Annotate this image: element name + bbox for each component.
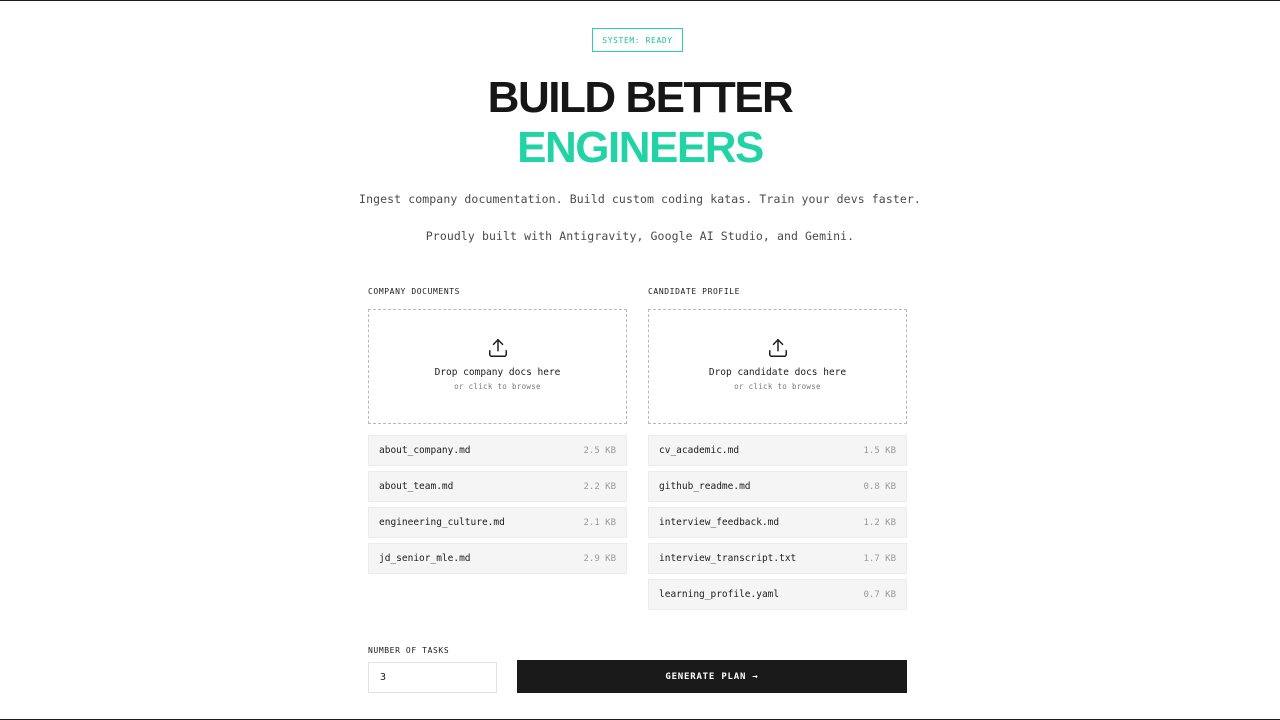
file-size: 1.2 KB xyxy=(863,517,896,528)
hero-credits: Proudly built with Antigravity, Google A… xyxy=(425,229,855,243)
candidate-profile-label: CANDIDATE PROFILE xyxy=(648,287,741,296)
file-name: engineering_culture.md xyxy=(379,517,505,528)
file-row[interactable]: about_company.md 2.5 KB xyxy=(368,435,627,466)
dropzone-title: Drop candidate docs here xyxy=(708,367,847,378)
file-name: jd_senior_mle.md xyxy=(379,553,471,564)
file-name: github_readme.md xyxy=(659,481,751,492)
file-row[interactable]: cv_academic.md 1.5 KB xyxy=(648,435,907,466)
hero-title-line-1: BUILD BETTER xyxy=(487,73,794,122)
file-size: 2.9 KB xyxy=(583,553,616,564)
file-name: about_company.md xyxy=(379,445,471,456)
company-file-list: about_company.md 2.5 KB about_team.md 2.… xyxy=(368,435,627,574)
file-row[interactable]: about_team.md 2.2 KB xyxy=(368,471,627,502)
file-row[interactable]: github_readme.md 0.8 KB xyxy=(648,471,907,502)
company-docs-dropzone[interactable]: Drop company docs here or click to brows… xyxy=(368,309,627,424)
file-name: learning_profile.yaml xyxy=(659,589,780,600)
candidate-file-list: cv_academic.md 1.5 KB github_readme.md 0… xyxy=(648,435,907,610)
file-size: 2.5 KB xyxy=(583,445,616,456)
hero-title-line-2: ENGINEERS xyxy=(517,123,764,172)
company-documents-section: COMPANY DOCUMENTS Drop company docs here… xyxy=(368,287,627,579)
file-name: interview_transcript.txt xyxy=(659,553,797,564)
file-row[interactable]: jd_senior_mle.md 2.9 KB xyxy=(368,543,627,574)
file-size: 1.7 KB xyxy=(863,553,896,564)
candidate-profile-section: CANDIDATE PROFILE Drop candidate docs he… xyxy=(648,287,907,615)
generate-plan-button[interactable]: GENERATE PLAN → xyxy=(517,660,907,693)
hero-subtitle: Ingest company documentation. Build cust… xyxy=(359,192,921,206)
company-documents-label: COMPANY DOCUMENTS xyxy=(368,287,461,296)
page-frame: SYSTEM: READY BUILD BETTER ENGINEERS Ing… xyxy=(0,0,1280,720)
file-size: 2.1 KB xyxy=(583,517,616,528)
upload-icon xyxy=(488,339,507,357)
file-name: about_team.md xyxy=(379,481,454,492)
upload-icon xyxy=(768,339,787,357)
file-size: 1.5 KB xyxy=(863,445,896,456)
file-row[interactable]: interview_transcript.txt 1.7 KB xyxy=(648,543,907,574)
candidate-docs-dropzone[interactable]: Drop candidate docs here or click to bro… xyxy=(648,309,907,424)
dropzone-subtitle: or click to browse xyxy=(454,382,541,391)
file-name: cv_academic.md xyxy=(659,445,740,456)
file-name: interview_feedback.md xyxy=(659,517,780,528)
file-row[interactable]: interview_feedback.md 1.2 KB xyxy=(648,507,907,538)
file-size: 0.7 KB xyxy=(863,589,896,600)
file-size: 0.8 KB xyxy=(863,481,896,492)
dropzone-subtitle: or click to browse xyxy=(734,382,821,391)
number-of-tasks-input[interactable] xyxy=(368,662,497,693)
status-badge: SYSTEM: READY xyxy=(592,28,683,52)
number-of-tasks-label: NUMBER OF TASKS xyxy=(368,646,450,655)
file-size: 2.2 KB xyxy=(583,481,616,492)
dropzone-title: Drop company docs here xyxy=(434,367,561,378)
file-row[interactable]: engineering_culture.md 2.1 KB xyxy=(368,507,627,538)
file-row[interactable]: learning_profile.yaml 0.7 KB xyxy=(648,579,907,610)
